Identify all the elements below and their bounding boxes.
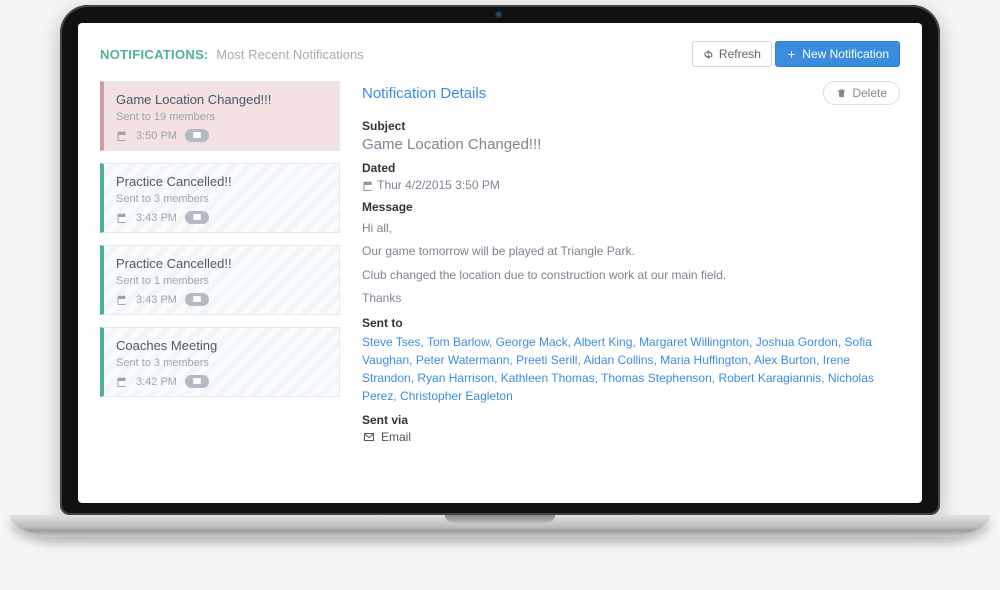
recipient[interactable]: Tom Barlow xyxy=(427,335,496,349)
recipient[interactable]: Margaret Willingnton xyxy=(639,335,756,349)
card-title: Practice Cancelled!! xyxy=(116,174,327,189)
dated-row: Thur 4/2/2015 3:50 PM xyxy=(362,178,900,192)
sent-via-label: Sent via xyxy=(362,413,900,427)
subject-value: Game Location Changed!!! xyxy=(362,136,900,153)
trash-icon xyxy=(836,88,847,99)
card-row: 3:43 PM xyxy=(116,211,327,224)
topbar: NOTIFICATIONS: Most Recent Notifications… xyxy=(100,41,900,67)
details-heading: Notification Details xyxy=(362,85,486,102)
card-meta: Sent to 3 members xyxy=(116,357,327,369)
refresh-icon xyxy=(703,49,714,60)
notification-card[interactable]: Game Location Changed!!! Sent to 19 membe… xyxy=(100,81,340,151)
message-line: Club changed the location due to constru… xyxy=(362,267,900,284)
mail-badge xyxy=(185,211,209,224)
card-meta: Sent to 3 members xyxy=(116,193,327,205)
notification-card[interactable]: Practice Cancelled!! Sent to 3 members 3:4… xyxy=(100,163,340,233)
sent-via-row: Email xyxy=(362,430,900,444)
card-title: Coaches Meeting xyxy=(116,338,327,353)
notification-card[interactable]: Practice Cancelled!! Sent to 1 members 3:4… xyxy=(100,245,340,315)
card-title: Practice Cancelled!! xyxy=(116,256,327,271)
card-row: 3:43 PM xyxy=(116,293,327,306)
subject-label: Subject xyxy=(362,119,900,133)
laptop-frame: NOTIFICATIONS: Most Recent Notifications… xyxy=(60,5,940,537)
recipient[interactable]: George Mack xyxy=(496,335,574,349)
message-line: Hi all, xyxy=(362,220,900,237)
recipient[interactable]: Ryan Harrison xyxy=(417,371,500,385)
calendar-icon xyxy=(116,376,128,388)
card-title: Game Location Changed!!! xyxy=(116,92,327,107)
notification-list: Game Location Changed!!! Sent to 19 membe… xyxy=(100,81,340,444)
mail-badge xyxy=(185,129,209,142)
delete-label: Delete xyxy=(852,86,887,100)
envelope-icon xyxy=(191,294,203,304)
recipients-list: Steve TsesTom BarlowGeorge MackAlbert Ki… xyxy=(362,333,900,405)
recipient[interactable]: Peter Watermann xyxy=(416,353,516,367)
recipient[interactable]: Robert Karagiannis xyxy=(718,371,827,385)
recipient[interactable]: Thomas Stephenson xyxy=(601,371,718,385)
card-time: 3:43 PM xyxy=(136,294,177,306)
notification-details: Notification Details Delete Subject Game… xyxy=(362,81,900,444)
laptop-base xyxy=(10,515,990,537)
message-line: Our game tomorrow will be played at Tria… xyxy=(362,243,900,260)
plus-icon xyxy=(786,49,797,60)
card-time: 3:50 PM xyxy=(136,130,177,142)
card-meta: Sent to 1 members xyxy=(116,275,327,287)
dated-label: Dated xyxy=(362,161,900,175)
card-time: 3:43 PM xyxy=(136,212,177,224)
refresh-label: Refresh xyxy=(719,47,761,61)
title-brand: NOTIFICATIONS: xyxy=(100,47,209,62)
notification-card[interactable]: Coaches Meeting Sent to 3 members 3:42 PM xyxy=(100,327,340,397)
calendar-icon xyxy=(362,180,374,192)
recipient[interactable]: Albert King xyxy=(574,335,639,349)
refresh-button[interactable]: Refresh xyxy=(692,41,772,67)
card-row: 3:50 PM xyxy=(116,129,327,142)
recipient[interactable]: Aidan Collins xyxy=(583,353,660,367)
sent-via-value: Email xyxy=(381,430,411,444)
recipient[interactable]: Steve Tses xyxy=(362,335,427,349)
sent-to-label: Sent to xyxy=(362,316,900,330)
recipient[interactable]: Kathleen Thomas xyxy=(501,371,601,385)
envelope-icon xyxy=(362,431,376,443)
message-body: Hi all, Our game tomorrow will be played … xyxy=(362,220,900,308)
envelope-icon xyxy=(191,376,203,386)
recipient[interactable]: Joshua Gordon xyxy=(756,335,845,349)
delete-button[interactable]: Delete xyxy=(823,81,900,105)
laptop-bezel: NOTIFICATIONS: Most Recent Notifications… xyxy=(60,5,940,515)
webcam-icon xyxy=(495,11,505,21)
topbar-actions: Refresh New Notification xyxy=(692,41,900,67)
calendar-icon xyxy=(116,212,128,224)
calendar-icon xyxy=(116,294,128,306)
page-title: NOTIFICATIONS: Most Recent Notifications xyxy=(100,47,364,62)
recipient[interactable]: Christopher Eagleton xyxy=(400,389,513,403)
new-notification-label: New Notification xyxy=(802,47,889,61)
recipient[interactable]: Alex Burton xyxy=(754,353,823,367)
envelope-icon xyxy=(191,130,203,140)
recipient[interactable]: Maria Huffington xyxy=(660,353,754,367)
message-line: Thanks xyxy=(362,290,900,307)
calendar-icon xyxy=(116,130,128,142)
dated-value: Thur 4/2/2015 3:50 PM xyxy=(377,178,500,192)
card-meta: Sent to 19 members xyxy=(116,111,327,123)
new-notification-button[interactable]: New Notification xyxy=(775,41,900,67)
card-row: 3:42 PM xyxy=(116,375,327,388)
mail-badge xyxy=(185,293,209,306)
card-time: 3:42 PM xyxy=(136,376,177,388)
recipient[interactable]: Preeti Serill xyxy=(516,353,583,367)
envelope-icon xyxy=(191,212,203,222)
message-label: Message xyxy=(362,200,900,214)
mail-badge xyxy=(185,375,209,388)
app-screen: NOTIFICATIONS: Most Recent Notifications… xyxy=(78,23,922,503)
title-subtitle: Most Recent Notifications xyxy=(216,47,363,62)
